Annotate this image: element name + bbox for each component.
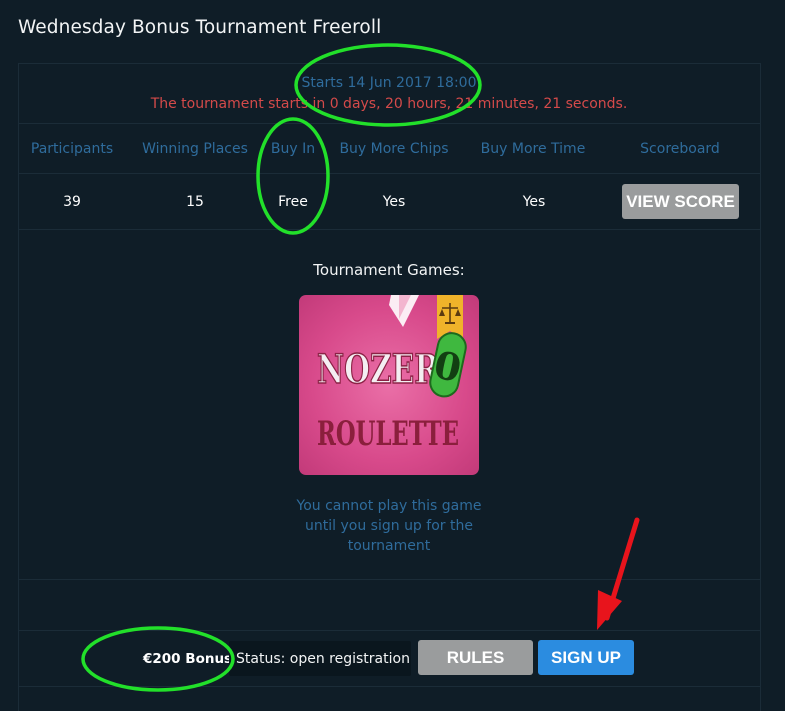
highlight-circle (256, 117, 330, 235)
highlight-circle (81, 626, 235, 692)
highlight-circle (294, 43, 482, 127)
red-arrow-icon (597, 517, 640, 630)
annotation-overlay (81, 43, 640, 692)
